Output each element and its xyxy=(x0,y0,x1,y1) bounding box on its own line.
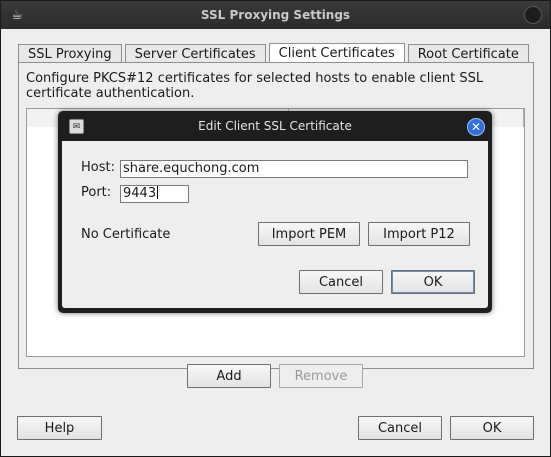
window-title: SSL Proxying Settings xyxy=(200,8,351,22)
port-value: 9443 xyxy=(123,186,157,201)
host-label: Host: xyxy=(81,160,115,175)
app-icon: ☕ xyxy=(11,7,23,23)
tab-ssl-proxying[interactable]: SSL Proxying xyxy=(18,44,122,63)
edit-client-ssl-certificate-dialog: ✉ Edit Client SSL Certificate ✕ Host: sh… xyxy=(58,111,492,313)
dialog-body: Host: share.equchong.com Port: 9443 No C… xyxy=(62,141,488,308)
tab-root-certificate[interactable]: Root Certificate xyxy=(407,44,529,63)
import-p12-button[interactable]: Import P12 xyxy=(368,222,470,246)
port-field[interactable]: 9443 xyxy=(120,185,189,203)
settings-tabs: SSL Proxying Server Certificates Client … xyxy=(18,43,532,63)
ok-button[interactable]: OK xyxy=(450,416,534,440)
text-caret xyxy=(157,186,159,199)
dialog-app-icon: ✉ xyxy=(69,119,84,134)
dialog-cancel-button[interactable]: Cancel xyxy=(299,270,383,294)
remove-button[interactable]: Remove xyxy=(279,364,363,388)
tab-server-certificates[interactable]: Server Certificates xyxy=(124,44,266,63)
import-pem-button[interactable]: Import PEM xyxy=(258,222,360,246)
host-field[interactable]: share.equchong.com xyxy=(120,160,468,178)
cancel-button[interactable]: Cancel xyxy=(358,416,442,440)
dialog-title: Edit Client SSL Certificate xyxy=(198,119,352,133)
certificate-status: No Certificate xyxy=(81,227,171,242)
window-close-icon[interactable] xyxy=(524,6,542,24)
dialog-ok-button[interactable]: OK xyxy=(391,270,475,294)
help-button[interactable]: Help xyxy=(17,416,102,440)
panel-description: Configure PKCS#12 certificates for selec… xyxy=(26,71,484,101)
port-label: Port: xyxy=(81,185,112,200)
window-titlebar: ☕ SSL Proxying Settings xyxy=(1,1,550,29)
add-button[interactable]: Add xyxy=(187,364,271,388)
tab-client-certificates[interactable]: Client Certificates xyxy=(268,43,405,63)
dialog-close-icon[interactable]: ✕ xyxy=(467,118,485,136)
dialog-titlebar: ✉ Edit Client SSL Certificate ✕ xyxy=(58,111,492,141)
